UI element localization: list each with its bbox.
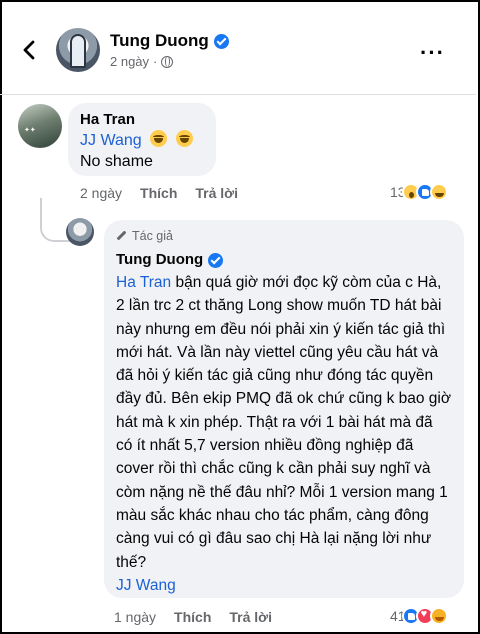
mention-link[interactable]: JJ Wang [116, 577, 176, 594]
reply-text: Ha Tran bận quá giờ mới đọc kỹ còm của c… [116, 271, 452, 597]
reply-button[interactable]: Trả lời [195, 185, 238, 201]
laughing-tears-icon [150, 130, 168, 147]
mention-link[interactable]: Ha Tran [116, 274, 171, 291]
post-meta: 2 ngày · [110, 54, 174, 69]
pen-icon [116, 230, 128, 242]
care-reaction-icon [429, 607, 448, 625]
verified-badge-icon [213, 33, 229, 49]
reply-body: bận quá giờ mới đọc kỹ còm của c Hà, 2 l… [116, 274, 452, 571]
reply-button[interactable]: Trả lời [229, 609, 272, 625]
author-badge: Tác giả [116, 228, 452, 244]
like-button[interactable]: Thích [140, 185, 177, 201]
reaction-summary[interactable]: 13 [390, 183, 448, 201]
reply-time[interactable]: 1 ngày [114, 609, 156, 625]
comment-mention-line: JJ Wang [80, 130, 204, 151]
like-button[interactable]: Thích [174, 609, 211, 625]
reaction-summary[interactable]: 41 [390, 607, 448, 625]
divider [0, 94, 476, 95]
comment-text: No shame [80, 153, 153, 170]
post-header: Tung Duong 2 ngày · ··· [0, 0, 476, 96]
avatar[interactable] [56, 28, 100, 72]
comment-bubble: Ha Tran JJ Wang No shame [68, 103, 216, 176]
mention-link[interactable]: JJ Wang [80, 132, 142, 149]
chevron-left-icon[interactable] [16, 36, 44, 64]
verified-badge-icon [208, 252, 224, 268]
globe-icon [161, 55, 174, 68]
reply-author-name[interactable]: Tung Duong [116, 250, 203, 270]
page-title[interactable]: Tung Duong [110, 31, 229, 51]
reply-author: Tung Duong [116, 250, 452, 270]
author-name[interactable]: Tung Duong [110, 31, 209, 51]
comment-author[interactable]: Ha Tran [80, 110, 204, 130]
commenter-avatar[interactable]: ✦✦ [18, 104, 62, 148]
comment-time[interactable]: 2 ngày [80, 185, 122, 201]
more-options-button[interactable]: ··· [420, 40, 445, 66]
post-time[interactable]: 2 ngày [110, 54, 149, 69]
reply-avatar[interactable] [66, 218, 94, 246]
author-badge-label: Tác giả [132, 229, 173, 243]
comment-actions: 2 ngày Thích Trả lời [80, 185, 238, 201]
laughing-tears-icon [175, 130, 193, 147]
reply-actions: 1 ngày Thích Trả lời [114, 609, 272, 625]
reply-bubble: Tác giả Tung Duong Ha Tran bận quá giờ m… [104, 220, 464, 598]
haha-reaction-icon [429, 183, 448, 201]
